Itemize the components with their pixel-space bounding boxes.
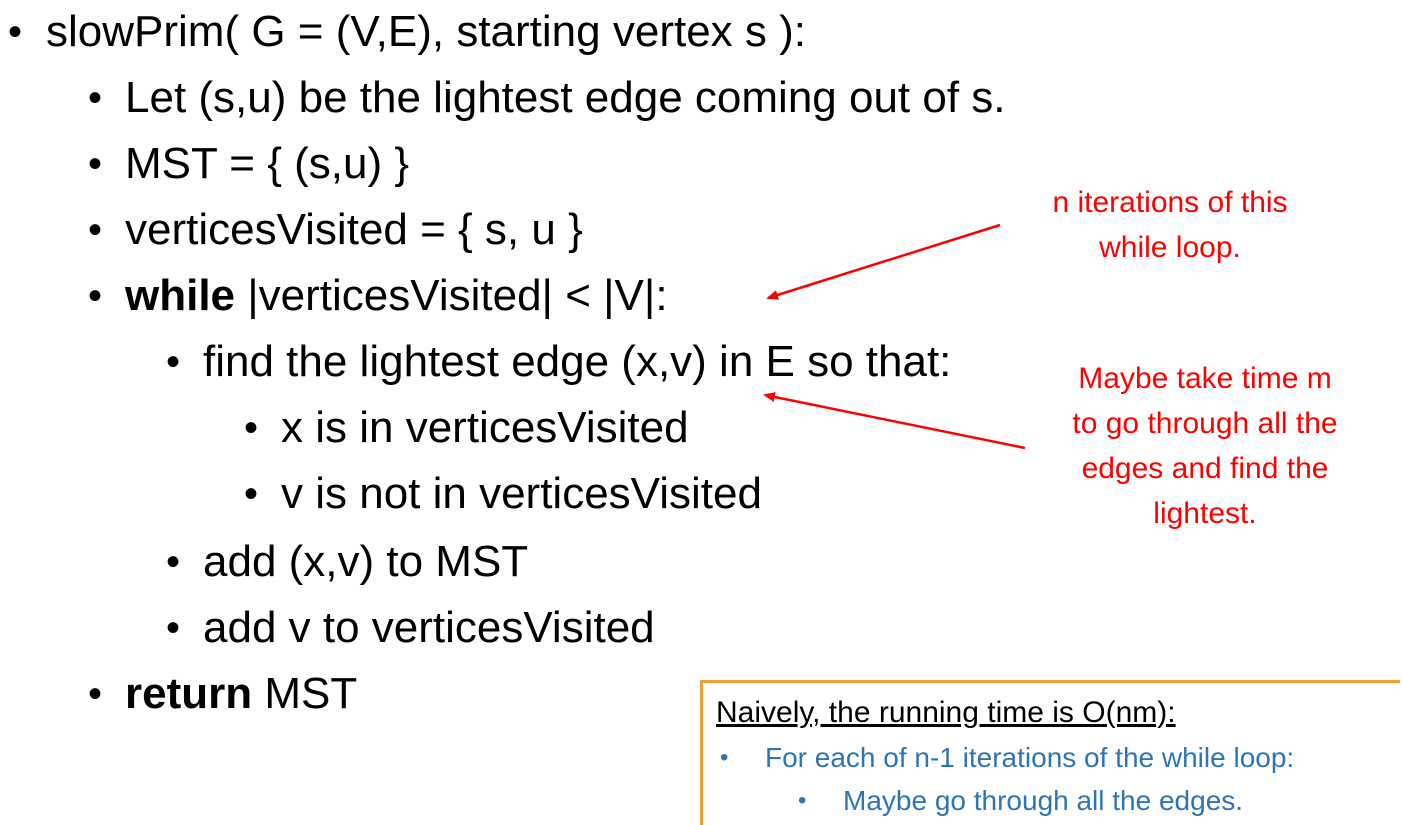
bullet-dot: • (720, 744, 729, 771)
slide: • slowPrim( G = (V,E), starting vertex s… (0, 0, 1402, 825)
find-edge-arrow (763, 392, 1026, 450)
bullet-dot: • (798, 787, 807, 814)
while-arrow (766, 223, 1001, 300)
summary-title: Naively, the running time is O(nm): (716, 696, 1176, 729)
summary-item-edges: Maybe go through all the edges. (843, 785, 1244, 816)
summary-item-iterations: For each of n-1 iterations of the while … (765, 742, 1295, 773)
